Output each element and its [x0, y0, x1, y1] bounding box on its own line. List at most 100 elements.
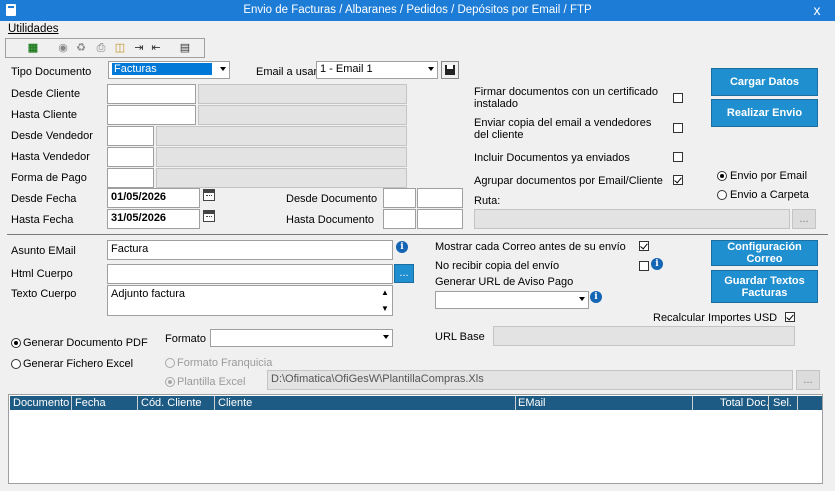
column-total-doc[interactable]: Total Doc. — [720, 397, 769, 409]
desde-fecha-input[interactable]: 01/05/2026 — [107, 188, 200, 208]
info-icon[interactable]: i — [590, 291, 602, 303]
save-email-button[interactable] — [441, 61, 459, 79]
scroll-down-icon[interactable]: ▼ — [381, 304, 389, 313]
chevron-down-icon — [220, 67, 226, 71]
html-cuerpo-input[interactable] — [107, 264, 393, 284]
column-documento[interactable]: Documento — [13, 397, 69, 409]
firmar-checkbox[interactable] — [673, 93, 683, 103]
title-bar: Envio de Facturas / Albaranes / Pedidos … — [0, 0, 835, 21]
envio-carpeta-radio[interactable] — [717, 190, 727, 200]
info-icon[interactable]: i — [396, 241, 408, 253]
close-button[interactable]: x — [805, 0, 829, 21]
configuracion-correo-button[interactable]: Configuración Correo — [711, 240, 818, 266]
column-cliente[interactable]: Cliente — [218, 397, 252, 409]
plantilla-path-input: D:\Ofimatica\OfiGesW\PlantillaCompras.Xl… — [267, 370, 793, 390]
desde-documento-numero-input[interactable] — [417, 188, 463, 208]
envio-email-label: Envio por Email — [730, 170, 808, 182]
import-icon[interactable]: ⇥ — [132, 41, 146, 55]
column-cod-cliente[interactable]: Cód. Cliente — [141, 397, 202, 409]
url-aviso-label: Generar URL de Aviso Pago — [435, 276, 574, 288]
envio-email-radio[interactable] — [717, 171, 727, 181]
desde-vendedor-name-field — [156, 126, 407, 146]
url-base-label: URL Base — [435, 331, 485, 343]
no-recibir-checkbox[interactable] — [639, 261, 649, 271]
copia-vendedores-label: Enviar copia del email a vendedores del … — [474, 117, 652, 141]
hasta-documento-serie-input[interactable] — [383, 209, 416, 229]
plantilla-excel-label: Plantilla Excel — [177, 376, 246, 388]
generar-pdf-label: Generar Documento PDF — [23, 337, 148, 349]
copia-vendedores-checkbox[interactable] — [673, 123, 683, 133]
asunto-input[interactable]: Factura — [107, 240, 393, 260]
hasta-documento-label: Hasta Documento — [286, 214, 375, 226]
tipo-documento-label: Tipo Documento — [11, 66, 92, 78]
section-divider — [7, 234, 828, 235]
info-icon[interactable]: i — [651, 258, 663, 270]
ruta-label: Ruta: — [474, 195, 501, 207]
plantilla-browse-button: ... — [796, 370, 820, 390]
url-aviso-select[interactable] — [435, 291, 589, 309]
hasta-fecha-input[interactable]: 31/05/2026 — [107, 209, 200, 229]
ruta-input — [474, 209, 790, 229]
forma-pago-input[interactable] — [107, 168, 154, 188]
hasta-vendedor-name-field — [156, 147, 407, 167]
envio-carpeta-label: Envio a Carpeta — [730, 189, 809, 201]
mostrar-correo-checkbox[interactable] — [639, 241, 649, 251]
no-recibir-label: No recibir copia del envío — [435, 260, 560, 272]
report-icon[interactable]: ▤ — [178, 41, 192, 55]
formato-select[interactable] — [210, 329, 393, 347]
column-email[interactable]: EMail — [518, 397, 546, 409]
agrupar-checkbox[interactable] — [673, 175, 683, 185]
export-icon[interactable]: ⇤ — [149, 41, 163, 55]
email-usar-value: 1 - Email 1 — [320, 63, 373, 75]
recalcular-checkbox[interactable] — [785, 312, 795, 322]
email-usar-select[interactable]: 1 - Email 1 — [316, 61, 438, 79]
texto-cuerpo-textarea[interactable]: Adjunto factura — [107, 285, 393, 316]
hasta-vendedor-input[interactable] — [107, 147, 154, 167]
toolbar: ▦ ◉ ♻ ⎙ ◫ ⇥ ⇤ ▤ — [5, 38, 205, 58]
desde-cliente-input[interactable] — [107, 84, 196, 104]
column-fecha[interactable]: Fecha — [75, 397, 106, 409]
html-cuerpo-label: Html Cuerpo — [11, 268, 73, 280]
calendar-icon[interactable] — [203, 189, 215, 201]
ruta-browse-button: ... — [792, 209, 816, 229]
incluir-enviados-checkbox[interactable] — [673, 152, 683, 162]
firmar-label: Firmar documentos con un certificado ins… — [474, 86, 659, 110]
forma-pago-label: Forma de Pago — [11, 172, 87, 184]
menu-utilidades[interactable]: Utilidades — [8, 23, 59, 35]
floppy-disk-label-area — [447, 65, 453, 69]
column-sel[interactable]: Sel. — [773, 397, 792, 409]
hasta-fecha-label: Hasta Fecha — [11, 214, 74, 226]
recycle-icon[interactable]: ♻ — [74, 41, 88, 55]
texto-cuerpo-label: Texto Cuerpo — [11, 288, 77, 300]
hasta-cliente-label: Hasta Cliente — [11, 109, 78, 121]
desde-cliente-label: Desde Cliente — [11, 88, 81, 100]
folder-open-icon[interactable]: ◫ — [113, 41, 127, 55]
calendar-icon[interactable] — [203, 210, 215, 222]
cargar-datos-button[interactable]: Cargar Datos — [711, 68, 818, 96]
column-divider — [768, 396, 769, 410]
html-browse-button[interactable]: ... — [394, 264, 414, 283]
tipo-documento-value: Facturas — [112, 63, 212, 75]
hasta-cliente-input[interactable] — [107, 105, 196, 125]
chevron-down-icon — [383, 335, 389, 339]
generar-pdf-radio[interactable] — [11, 338, 21, 348]
excel-icon[interactable]: ▦ — [26, 41, 40, 55]
guardar-textos-button[interactable]: Guardar Textos Facturas — [711, 270, 818, 303]
generar-excel-label: Generar Fichero Excel — [23, 358, 134, 370]
desde-documento-serie-input[interactable] — [383, 188, 416, 208]
realizar-envio-button[interactable]: Realizar Envio — [711, 99, 818, 127]
formato-franquicia-label: Formato Franquicia — [177, 357, 273, 369]
column-divider — [137, 396, 138, 410]
binoculars-icon[interactable]: ◉ — [56, 41, 70, 55]
desde-fecha-label: Desde Fecha — [11, 193, 77, 205]
hasta-cliente-name-field — [198, 105, 407, 125]
generar-excel-radio[interactable] — [11, 359, 21, 369]
hasta-documento-numero-input[interactable] — [417, 209, 463, 229]
scroll-up-icon[interactable]: ▲ — [381, 288, 389, 297]
print-icon[interactable]: ⎙ — [94, 41, 108, 55]
grid-header: Documento Fecha Cód. Cliente Cliente EMa… — [10, 396, 822, 410]
desde-vendedor-input[interactable] — [107, 126, 154, 146]
column-divider — [797, 396, 798, 410]
tipo-documento-select[interactable]: Facturas — [108, 61, 230, 79]
plantilla-excel-radio — [165, 377, 175, 387]
